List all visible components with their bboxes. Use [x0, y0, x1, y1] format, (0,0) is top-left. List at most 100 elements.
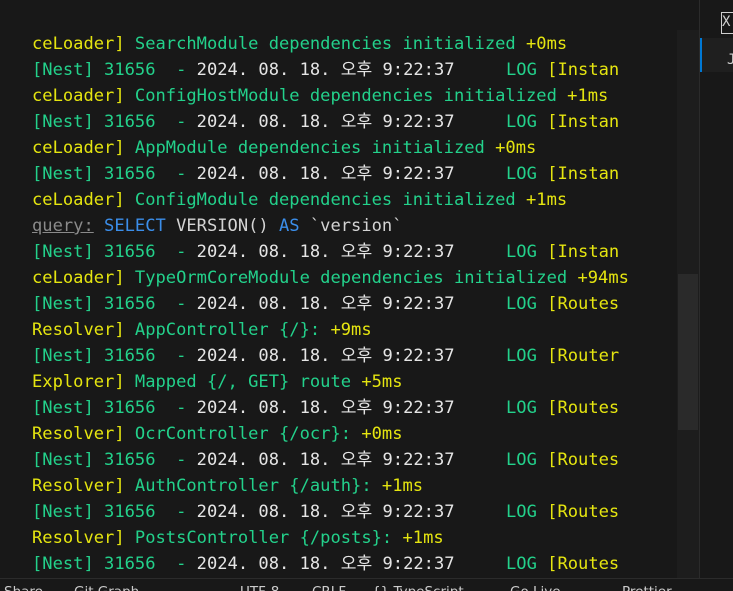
terminal-segment: [Nest] 31656 -	[32, 60, 197, 80]
terminal-segment: LOG	[506, 60, 548, 80]
status-prettier[interactable]: Prettier	[622, 581, 672, 591]
terminal-line: Resolver] AuthController {/auth}: +1ms	[32, 473, 423, 499]
panel-tab-label: J	[727, 52, 733, 68]
terminal-segment: 2024. 08. 18. 오후 9:22:37	[196, 60, 506, 80]
terminal-segment: 2024. 08. 18. 오후 9:22:37	[196, 450, 506, 470]
terminal-segment: [Routes	[547, 450, 620, 470]
terminal-segment: LOG	[506, 242, 548, 262]
side-panel: X J	[699, 0, 733, 578]
terminal-segment: Resolver]	[32, 424, 135, 444]
status-eol[interactable]: CRLF	[312, 581, 346, 591]
terminal-segment: [Nest] 31656 -	[32, 294, 197, 314]
panel-tab[interactable]: J	[700, 38, 733, 72]
status-encoding[interactable]: UTF-8	[240, 581, 279, 591]
terminal-segment: ConfigModule dependencies initialized	[134, 190, 526, 210]
terminal-segment: LOG	[506, 398, 548, 418]
terminal-segment: +0ms	[495, 138, 537, 158]
status-git-graph[interactable]: Git Graph	[74, 581, 139, 591]
terminal-segment: [Nest] 31656 -	[32, 164, 197, 184]
terminal-line: [Nest] 31656 - 2024. 08. 18. 오후 9:22:37 …	[32, 499, 619, 525]
terminal-segment: SELECT	[93, 216, 177, 236]
status-language[interactable]: {} TypeScript	[372, 581, 464, 591]
terminal-line: ceLoader] ConfigHostModule dependencies …	[32, 83, 608, 109]
terminal-segment: Resolver]	[32, 476, 135, 496]
terminal-segment: +0ms	[361, 424, 403, 444]
terminal-segment: [Instan	[547, 112, 620, 132]
top-bar	[0, 0, 733, 30]
close-panel-icon[interactable]: X	[721, 12, 733, 34]
terminal-segment: [Nest] 31656 -	[32, 450, 197, 470]
terminal-segment: [Nest] 31656 -	[32, 398, 197, 418]
terminal-segment: TypeOrmCoreModule dependencies initializ…	[134, 268, 578, 288]
terminal-segment: 2024. 08. 18. 오후 9:22:37	[196, 242, 506, 262]
terminal-segment: Resolver]	[32, 528, 135, 548]
terminal-line: Resolver] PostsController {/posts}: +1ms	[32, 525, 444, 551]
terminal-scrollbar[interactable]	[677, 30, 699, 578]
terminal-segment: 2024. 08. 18. 오후 9:22:37	[196, 346, 506, 366]
terminal-line: [Nest] 31656 - 2024. 08. 18. 오후 9:22:37 …	[32, 395, 619, 421]
terminal-segment: ceLoader]	[32, 86, 135, 106]
terminal-line: [Nest] 31656 - 2024. 08. 18. 오후 9:22:37 …	[32, 57, 619, 83]
terminal-segment: [Instan	[547, 242, 620, 262]
terminal-segment: +1ms	[402, 528, 444, 548]
terminal-segment: AS	[279, 216, 310, 236]
terminal-line: [Nest] 31656 - 2024. 08. 18. 오후 9:22:37 …	[32, 161, 619, 187]
terminal-segment: [Instan	[547, 60, 620, 80]
terminal-segment: +5ms	[361, 372, 403, 392]
terminal-segment: +1ms	[526, 190, 568, 210]
terminal-segment: [Nest] 31656 -	[32, 346, 197, 366]
scrollbar-thumb[interactable]	[678, 274, 698, 430]
terminal-line: Resolver] AppController {/}: +9ms	[32, 317, 372, 343]
terminal-segment: AppModule dependencies initialized	[134, 138, 496, 158]
terminal-segment: +1ms	[567, 86, 609, 106]
terminal-segment: 2024. 08. 18. 오후 9:22:37	[196, 294, 506, 314]
terminal-segment: Explorer]	[32, 372, 135, 392]
terminal-segment: ceLoader]	[32, 268, 135, 288]
terminal-segment: 2024. 08. 18. 오후 9:22:37	[196, 164, 506, 184]
terminal-segment: [Routes	[547, 294, 620, 314]
terminal-line: ceLoader] AppModule dependencies initial…	[32, 135, 536, 161]
terminal-segment: [Nest] 31656 -	[32, 242, 197, 262]
terminal-segment: AppController {/}:	[134, 320, 331, 340]
terminal-line: Explorer] Mapped {/, GET} route +5ms	[32, 369, 403, 395]
terminal-line: [Nest] 31656 - 2024. 08. 18. 오후 9:22:37 …	[32, 343, 619, 369]
terminal-segment: OcrController {/ocr}:	[134, 424, 362, 444]
terminal-segment: [Nest] 31656 -	[32, 502, 197, 522]
terminal-segment: [Nest] 31656 -	[32, 554, 197, 574]
terminal-segment: +9ms	[330, 320, 372, 340]
terminal-segment: ceLoader]	[32, 34, 135, 54]
status-go-live[interactable]: Go Live	[510, 581, 561, 591]
terminal-segment: LOG	[506, 346, 548, 366]
terminal-line: [Nest] 31656 - 2024. 08. 18. 오후 9:22:37 …	[32, 551, 619, 577]
status-share[interactable]: Share	[4, 581, 43, 591]
terminal-segment: [Nest] 31656 -	[32, 112, 197, 132]
terminal-segment: query:	[32, 216, 94, 236]
terminal-line: [Nest] 31656 - 2024. 08. 18. 오후 9:22:37 …	[32, 109, 619, 135]
terminal-line: ceLoader] ConfigModule dependencies init…	[32, 187, 567, 213]
terminal-segment: AuthController {/auth}:	[134, 476, 382, 496]
terminal-segment: LOG	[506, 112, 548, 132]
terminal-segment: Mapped {/, GET} route	[134, 372, 362, 392]
terminal-segment: LOG	[506, 450, 548, 470]
terminal-segment: VERSION()	[176, 216, 280, 236]
terminal-segment: SearchModule dependencies initialized	[134, 34, 526, 54]
terminal-segment: Resolver]	[32, 320, 135, 340]
terminal-line: Resolver] OcrController {/ocr}: +0ms	[32, 421, 403, 447]
terminal-segment: [Routes	[547, 398, 620, 418]
status-bar: Share Git Graph UTF-8 CRLF {} TypeScript…	[0, 578, 733, 591]
terminal-segment: ConfigHostModule dependencies initialize…	[134, 86, 568, 106]
terminal-segment: LOG	[506, 554, 548, 574]
terminal-segment: LOG	[506, 164, 548, 184]
terminal-segment: 2024. 08. 18. 오후 9:22:37	[196, 112, 506, 132]
terminal-segment: `version`	[309, 216, 403, 236]
terminal-line: query: SELECT VERSION() AS `version`	[32, 213, 403, 239]
terminal-segment: [Instan	[547, 164, 620, 184]
terminal-line: [Nest] 31656 - 2024. 08. 18. 오후 9:22:37 …	[32, 447, 619, 473]
terminal-segment: ceLoader]	[32, 190, 135, 210]
terminal-line: ceLoader] TypeOrmCoreModule dependencies…	[32, 265, 629, 291]
terminal-output[interactable]: ceLoader] SearchModule dependencies init…	[0, 30, 677, 578]
terminal-segment: LOG	[506, 294, 548, 314]
terminal-segment: 2024. 08. 18. 오후 9:22:37	[196, 554, 506, 574]
terminal-segment: ceLoader]	[32, 138, 135, 158]
terminal-segment: 2024. 08. 18. 오후 9:22:37	[196, 398, 506, 418]
